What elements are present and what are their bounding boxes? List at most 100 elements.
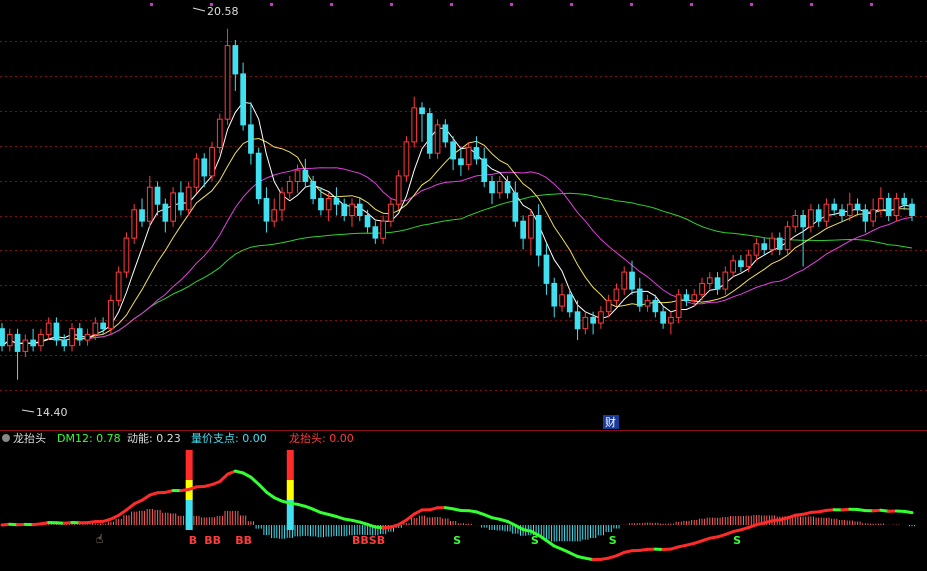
candle-body	[209, 147, 215, 177]
top-marker	[450, 3, 453, 6]
candle-body	[325, 198, 332, 211]
candle-body	[621, 271, 628, 290]
candle-body	[582, 316, 589, 330]
candle-body	[61, 339, 68, 347]
candle	[108, 294, 114, 335]
header-item-pivot: 量价支点: 0.00	[191, 432, 267, 445]
candle-body	[193, 158, 200, 188]
candle-body	[170, 192, 177, 222]
candle-body	[458, 158, 464, 166]
candle-body	[753, 243, 760, 256]
event-badge[interactable]: 财	[603, 415, 619, 429]
candle-body	[699, 282, 705, 296]
candle-body	[30, 339, 36, 347]
candle-body	[551, 282, 558, 307]
candle-body	[45, 322, 52, 335]
candle-body	[302, 169, 309, 182]
signal-bar-low	[185, 500, 193, 530]
candle-body	[738, 260, 744, 267]
candle	[255, 147, 262, 205]
candle-body	[706, 277, 713, 284]
candle-body	[108, 299, 114, 330]
candle-body	[224, 45, 231, 120]
signal-label: B	[189, 534, 197, 547]
candle-body	[691, 294, 698, 301]
candle-body	[263, 198, 270, 222]
indicator-menu-icon[interactable]	[2, 434, 10, 442]
signal-label: BB	[235, 534, 252, 547]
candle	[216, 113, 223, 154]
candle	[434, 119, 441, 159]
top-marker	[390, 3, 393, 6]
candle	[170, 187, 177, 227]
candle-body	[636, 288, 643, 307]
candle-body	[162, 203, 169, 222]
candle-body	[605, 299, 612, 313]
candle-body	[115, 271, 122, 301]
candle-body	[279, 192, 285, 211]
candle-body	[878, 198, 884, 211]
candle-body	[185, 186, 192, 211]
top-marker	[150, 3, 153, 6]
candle-body	[318, 198, 324, 211]
candle-body	[823, 203, 830, 222]
top-marker	[630, 3, 633, 6]
indicator-name: 龙抬头	[13, 431, 46, 445]
candle-body	[271, 209, 278, 222]
candle-body	[512, 192, 519, 222]
low-label: 14.40	[36, 406, 68, 419]
candle-body	[411, 107, 418, 143]
candle-body	[644, 299, 651, 307]
candle-body	[613, 288, 620, 301]
candle-body	[854, 203, 861, 211]
candle-body	[6, 333, 13, 347]
top-marker	[870, 3, 873, 6]
top-marker	[510, 3, 513, 6]
candle-body	[333, 198, 340, 205]
candle-body	[442, 124, 449, 143]
candle-body	[535, 215, 542, 256]
candle-body	[504, 181, 511, 194]
candle-body	[216, 118, 223, 148]
candle-body	[38, 333, 44, 347]
candle	[131, 204, 138, 244]
candle-body	[310, 181, 316, 199]
candle-body	[784, 226, 791, 250]
candle-body	[450, 141, 456, 160]
candle-body	[566, 294, 573, 313]
candle-body	[84, 333, 91, 341]
signal-label: S	[609, 534, 617, 547]
candle-body	[419, 107, 425, 115]
candle-body	[372, 226, 379, 239]
candle-body	[403, 141, 410, 177]
candle-body	[808, 209, 814, 228]
candle-body	[745, 254, 752, 267]
signal-label: S	[531, 534, 539, 547]
candle	[395, 170, 402, 210]
candle-body	[769, 237, 775, 250]
candle	[123, 232, 130, 278]
candle-body	[831, 203, 838, 211]
candle-body	[139, 209, 145, 222]
signal-bar-top	[185, 450, 193, 480]
candle-body	[870, 209, 876, 222]
candle-body	[730, 260, 736, 273]
event-badge-label: 财	[605, 415, 616, 429]
candle-body	[380, 220, 386, 239]
candle-body	[909, 203, 915, 216]
candle-body	[146, 186, 153, 222]
candle	[426, 107, 433, 159]
candle-body	[154, 186, 161, 205]
candle-body	[893, 198, 900, 216]
top-marker	[570, 3, 573, 6]
top-marker	[270, 3, 273, 6]
candle-body	[92, 322, 99, 335]
stock-chart: 20.58 14.40 财 龙抬头 DM12: 0.78 动能: 0.23 量价…	[0, 0, 927, 571]
candle-body	[629, 271, 635, 290]
candle	[403, 136, 410, 182]
candle-body	[675, 294, 682, 318]
candle-body	[722, 271, 729, 290]
signal-label: S	[733, 534, 741, 547]
candle-body	[232, 45, 239, 75]
candle-body	[598, 311, 604, 324]
